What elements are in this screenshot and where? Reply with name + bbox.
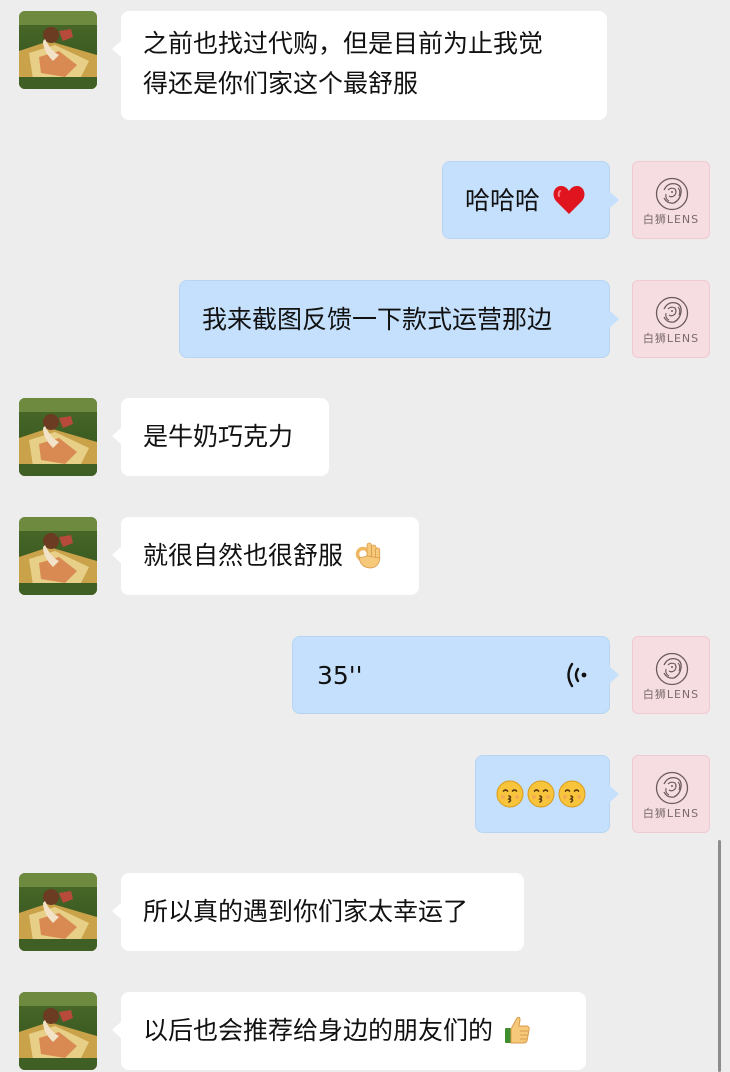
message-bubble[interactable]: 就很自然也很舒服 bbox=[112, 517, 419, 595]
user-photo-icon bbox=[19, 992, 97, 1070]
message-bubble[interactable] bbox=[475, 755, 619, 833]
kissing-face-icon bbox=[558, 780, 586, 808]
lion-logo-icon bbox=[654, 770, 690, 806]
message-text: 我来截图反馈一下款式运营那边 bbox=[202, 305, 553, 334]
message-bubble[interactable]: 我来截图反馈一下款式运营那边 bbox=[179, 280, 619, 358]
user-avatar[interactable] bbox=[19, 517, 97, 595]
voice-duration: 35'' bbox=[317, 661, 363, 690]
voice-wave-icon[interactable] bbox=[565, 659, 591, 703]
shop-avatar[interactable]: 白狮LENS bbox=[632, 161, 710, 239]
kissing-face-icon bbox=[496, 780, 524, 808]
message-text: 所以真的遇到你们家太幸运了 bbox=[143, 897, 469, 926]
user-photo-icon bbox=[19, 11, 97, 89]
user-avatar[interactable] bbox=[19, 873, 97, 951]
message-text-line2: 得还是你们家这个最舒服 bbox=[143, 69, 419, 98]
shop-avatar[interactable]: 白狮LENS bbox=[632, 636, 710, 714]
user-avatar[interactable] bbox=[19, 11, 97, 89]
lion-logo-icon bbox=[654, 176, 690, 212]
red-heart-icon bbox=[552, 182, 586, 222]
message-bubble[interactable]: 所以真的遇到你们家太幸运了 bbox=[112, 873, 524, 951]
message-text: 就很自然也很舒服 bbox=[143, 541, 344, 570]
message-bubble[interactable]: 哈哈哈 bbox=[442, 161, 619, 239]
lion-logo-icon bbox=[654, 295, 690, 331]
shop-avatar[interactable]: 白狮LENS bbox=[632, 755, 710, 833]
user-photo-icon bbox=[19, 398, 97, 476]
message-bubble[interactable]: 以后也会推荐给身边的朋友们的 bbox=[112, 992, 586, 1070]
user-avatar[interactable] bbox=[19, 398, 97, 476]
user-photo-icon bbox=[19, 873, 97, 951]
shop-avatar-label: 白狮LENS bbox=[642, 688, 700, 701]
message-text: 以后也会推荐给身边的朋友们的 bbox=[143, 1016, 494, 1045]
message-bubble[interactable]: 是牛奶巧克力 bbox=[112, 398, 329, 476]
scrollbar[interactable] bbox=[718, 840, 721, 1072]
message-text: 之前也找过代购，但是目前为止我觉 bbox=[143, 29, 544, 58]
user-avatar[interactable] bbox=[19, 992, 97, 1070]
message-bubble[interactable]: 之前也找过代购，但是目前为止我觉 得还是你们家这个最舒服 bbox=[112, 11, 607, 120]
thumbs-up-icon bbox=[503, 1012, 531, 1052]
voice-message-bubble[interactable]: 35'' bbox=[292, 636, 619, 714]
shop-avatar-label: 白狮LENS bbox=[642, 807, 700, 820]
shop-avatar[interactable]: 白狮LENS bbox=[632, 280, 710, 358]
message-text: 是牛奶巧克力 bbox=[143, 422, 294, 451]
lion-logo-icon bbox=[654, 651, 690, 687]
kissing-face-icon bbox=[527, 780, 555, 808]
user-photo-icon bbox=[19, 517, 97, 595]
shop-avatar-label: 白狮LENS bbox=[642, 332, 700, 345]
shop-avatar-label: 白狮LENS bbox=[642, 213, 700, 226]
ok-hand-icon bbox=[353, 537, 383, 577]
message-text: 哈哈哈 bbox=[465, 186, 541, 215]
